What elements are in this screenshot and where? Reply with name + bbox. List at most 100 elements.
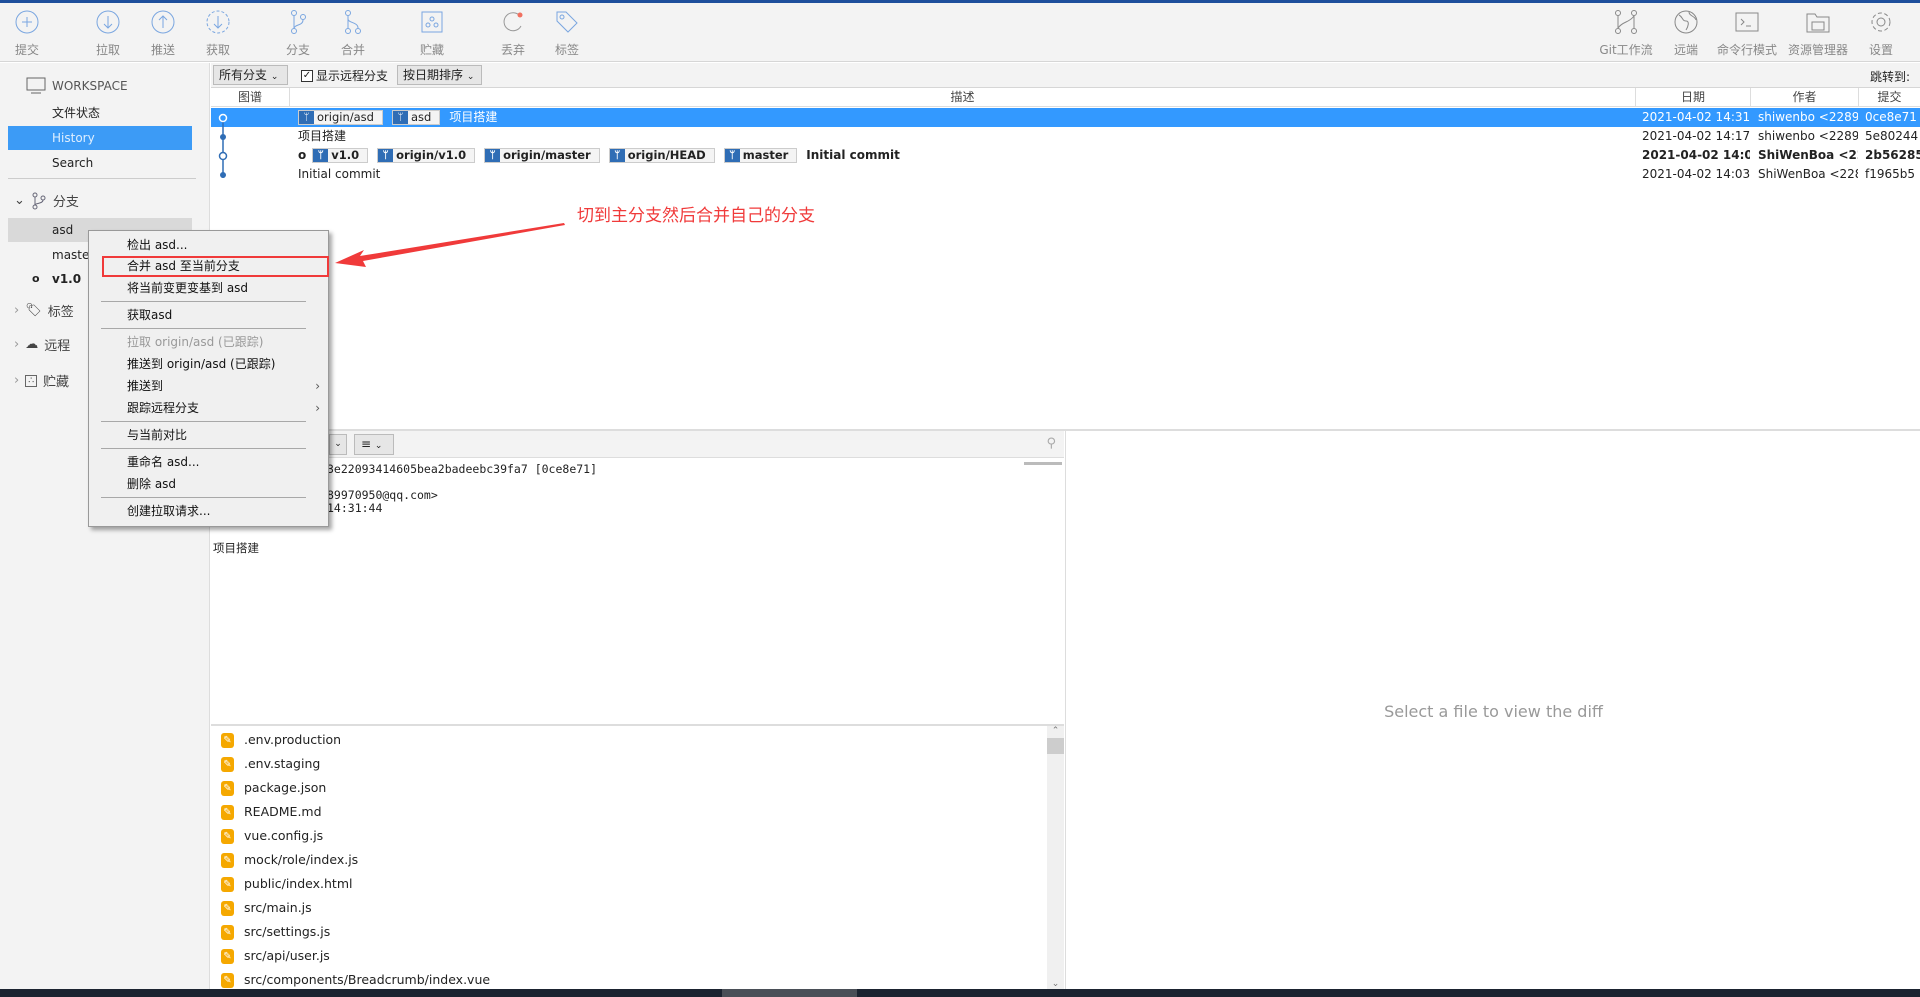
commit-details: 3e22093414605bea2badeebc39fa7 [0ce8e71] … (211, 458, 1064, 723)
file-path: src/api/user.js (244, 948, 330, 963)
column-description[interactable]: 描述 (290, 88, 1636, 107)
menu-item[interactable]: 推送到 › (89, 376, 328, 397)
ref-tag[interactable]: ᛘ asd (391, 110, 441, 125)
show-remote-checkbox[interactable]: ✓ 显示远程分支 (301, 67, 388, 84)
gear-icon (1871, 12, 1891, 32)
toolbar-button-tag[interactable]: 标签 (532, 9, 602, 58)
scroll-thumb[interactable] (1047, 738, 1064, 754)
chevron-down-icon: ⌄ (374, 441, 383, 451)
ref-tag[interactable]: ᛘ v1.0 (312, 148, 369, 163)
toolbar-button-plus-circle[interactable]: 提交 (0, 9, 62, 58)
cloud-icon: ☁ (25, 337, 39, 352)
menu-item-merge[interactable]: 合并 asd 至当前分支 (102, 256, 329, 277)
sidebar-item-file-status[interactable]: 文件状态 (8, 101, 192, 125)
toolbar-button-label: 丢弃 (500, 43, 525, 57)
file-item[interactable]: ✎ .env.production (221, 728, 341, 752)
menu-item[interactable]: 将当前变更变基到 asd (89, 278, 328, 299)
menu-item[interactable]: 获取asd (89, 305, 328, 326)
commit-row[interactable]: 项目搭建 2021-04-02 14:17 shiwenbo <2289! 5e802… (211, 127, 1920, 146)
commit-message: 项目搭建 (298, 129, 347, 143)
ref-tag[interactable]: ᛘ origin/asd (298, 110, 383, 125)
list-mode-dropdown[interactable]: ≡ ⌄ (354, 434, 394, 455)
sidebar-item-history[interactable]: History (8, 126, 192, 150)
commit-row[interactable]: o ᛘ v1.0 ᛘ origin/v1.0 ᛘ origin/master ᛘ origin/… (211, 146, 1920, 165)
menu-item[interactable]: 推送到 origin/asd (已跟踪) (89, 354, 328, 375)
view-options-dropdown[interactable]: ⌄ (329, 434, 347, 455)
toolbar-button-stash[interactable]: 贮藏 (397, 9, 467, 58)
files-scrollbar[interactable]: ⌃ ⌄ (1047, 726, 1064, 989)
toolbar-button-gear[interactable]: 设置 (1846, 9, 1916, 58)
file-item[interactable]: ✎ README.md (221, 800, 322, 824)
scroll-down-icon[interactable]: ⌄ (1047, 979, 1064, 989)
file-item[interactable]: ✎ public/index.html (221, 872, 352, 896)
file-item[interactable]: ✎ vue.config.js (221, 824, 323, 848)
commit-date: 2021-04-02 14:31 (1642, 110, 1750, 124)
branches-header[interactable]: ⌄ 分支 (14, 191, 79, 210)
branch-ref-icon: ᛘ (392, 111, 408, 124)
commit-row[interactable]: ᛘ origin/asd ᛘ asd 项目搭建 2021-04-02 14:31 shiwe… (211, 108, 1920, 127)
file-item[interactable]: ✎ src/settings.js (221, 920, 330, 944)
file-item[interactable]: ✎ mock/role/index.js (221, 848, 358, 872)
toolbar-button-fetch[interactable]: 获取 (183, 9, 253, 58)
tags-header[interactable]: › 🏷 标签 (14, 301, 74, 320)
annotation-arrow (335, 223, 565, 267)
menu-item[interactable]: 检出 asd... (89, 235, 328, 256)
file-item[interactable]: ✎ .env.staging (221, 752, 320, 776)
jump-to-label[interactable]: 跳转到: (1870, 68, 1910, 85)
sidebar-item-search[interactable]: Search (8, 151, 192, 175)
column-date[interactable]: 日期 (1636, 88, 1751, 107)
modified-file-icon: ✎ (221, 924, 234, 940)
menu-item[interactable]: 重命名 asd... (89, 452, 328, 473)
branch-filter-select[interactable]: 所有分支 ⌄ (213, 65, 288, 85)
remotes-header[interactable]: › ☁ 远程 (14, 335, 70, 354)
search-icon[interactable]: ⚲ (1046, 436, 1056, 451)
head-marker-icon: o (298, 148, 307, 162)
column-commit[interactable]: 提交 (1859, 88, 1920, 107)
column-author[interactable]: 作者 (1751, 88, 1859, 107)
graph-node (220, 172, 226, 178)
menu-item[interactable]: 与当前对比 (89, 425, 328, 446)
ref-tag[interactable]: ᛘ origin/master (484, 148, 600, 163)
diff-placeholder: Select a file to view the diff (1384, 702, 1603, 721)
toolbar-button-label: 分支 (285, 43, 310, 57)
toolbar-button-label: 推送 (150, 43, 175, 57)
ref-tag[interactable]: ᛘ origin/HEAD (608, 148, 715, 163)
stash-header[interactable]: › ∴ 贮藏 (14, 371, 69, 390)
checkbox-checked-icon: ✓ (301, 69, 313, 82)
chevron-right-icon: › (14, 337, 20, 352)
column-graph[interactable]: 图谱 (211, 88, 290, 107)
scroll-up-icon[interactable]: ⌃ (1047, 726, 1064, 736)
ref-tag[interactable]: ᛘ origin/v1.0 (377, 148, 476, 163)
graph-node (218, 151, 228, 161)
menu-item[interactable]: 删除 asd (89, 474, 328, 495)
discard-icon (503, 12, 523, 32)
toolbar-button-folder[interactable]: 资源管理器 (1783, 9, 1853, 58)
graph-node (218, 113, 228, 123)
commit-description: Initial commit (296, 165, 1626, 184)
commit-graph (218, 113, 228, 178)
menu-item[interactable]: 跟踪远程分支 › (89, 398, 328, 419)
file-item[interactable]: ✎ src/main.js (221, 896, 312, 920)
toolbar-button-terminal[interactable]: 命令行模式 (1712, 9, 1782, 58)
toolbar-button-merge[interactable]: 合并 (318, 9, 388, 58)
menu-separator (101, 497, 306, 498)
commit-message: Initial commit (298, 167, 381, 181)
commit-author: shiwenbo <2289! (1758, 110, 1858, 124)
menu-item[interactable]: 创建拉取请求... (89, 501, 328, 522)
file-item[interactable]: ✎ src/api/user.js (221, 944, 330, 968)
taskbar-active-item[interactable] (722, 989, 857, 997)
fetch-icon (206, 10, 230, 34)
ref-tag[interactable]: ᛘ master (723, 148, 798, 163)
folder-icon (1806, 13, 1830, 33)
details-scrollbar[interactable] (1024, 462, 1062, 465)
sort-select[interactable]: 按日期排序 ⌄ (397, 65, 482, 85)
toolbar-button-globe[interactable]: 远端 (1651, 9, 1721, 58)
commit-row[interactable]: Initial commit 2021-04-02 14:03 ShiWenBoa … (211, 165, 1920, 184)
stash-icon: ∴ (25, 374, 37, 387)
branch-ref-icon: ᛘ (313, 149, 329, 162)
monitor-icon (26, 77, 46, 94)
file-item[interactable]: ✎ package.json (221, 776, 326, 800)
file-path: README.md (244, 804, 322, 819)
commit-date: 2021-04-02 14:03 (1642, 167, 1750, 181)
commit-hash: f1965b5 (1865, 167, 1916, 181)
